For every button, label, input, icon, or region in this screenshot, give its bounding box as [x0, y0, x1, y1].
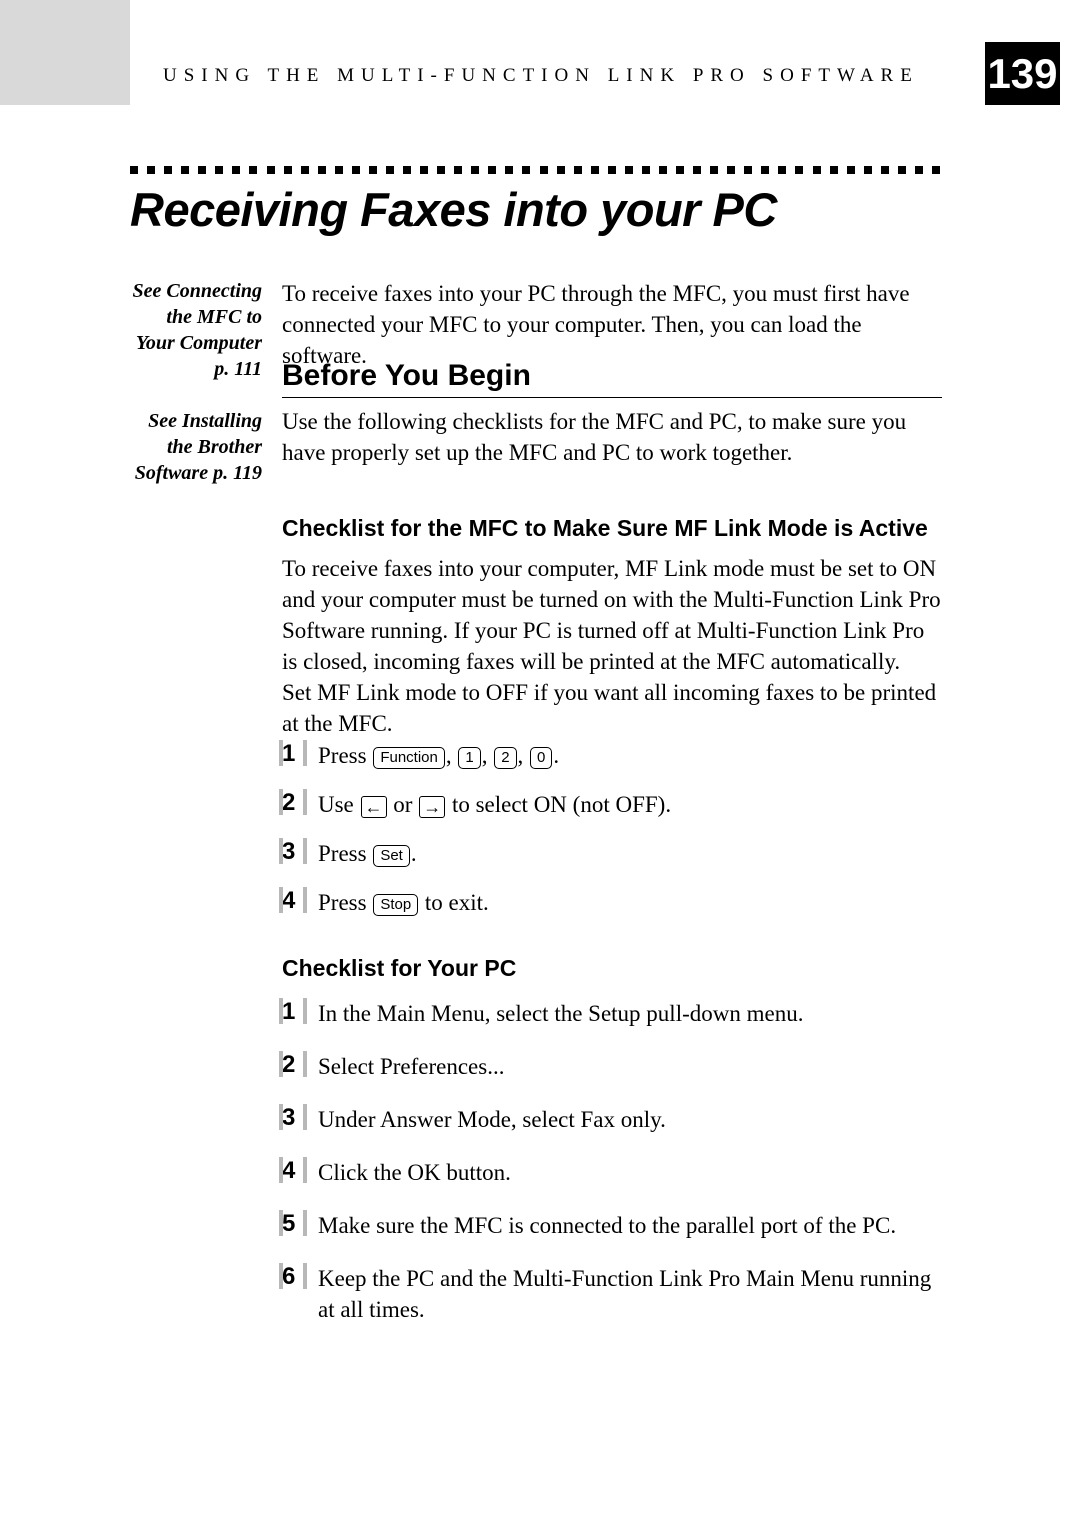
step-text: Press Set.	[318, 838, 417, 869]
pc-step-5: 5 Make sure the MFC is connected to the …	[282, 1210, 942, 1241]
stop-key-icon: Stop	[373, 894, 418, 916]
step-4: 4 Press Stop to exit.	[282, 887, 942, 918]
running-head: USING THE MULTI-FUNCTION LINK PRO SOFTWA…	[163, 65, 919, 87]
before-you-begin-section: Before You Begin Use the following check…	[282, 359, 942, 468]
step-number: 1	[282, 998, 304, 1024]
step-text: Press Stop to exit.	[318, 887, 489, 918]
pc-step-6: 6 Keep the PC and the Multi-Function Lin…	[282, 1263, 942, 1325]
key-0-icon: 0	[530, 747, 552, 769]
header-white-area	[130, 0, 1080, 105]
pc-step-3: 3 Under Answer Mode, select Fax only.	[282, 1104, 942, 1135]
sidebar-reference-1: See Connecting the MFC to Your Computer …	[130, 278, 262, 382]
right-arrow-icon: →	[419, 796, 445, 818]
step-number: 3	[282, 838, 304, 864]
checklist-pc-steps: 1 In the Main Menu, select the Setup pul…	[282, 998, 942, 1347]
step-number: 5	[282, 1210, 304, 1236]
step-number: 2	[282, 1051, 304, 1077]
checklist-mfc-heading: Checklist for the MFC to Make Sure MF Li…	[282, 515, 942, 542]
pc-step-1: 1 In the Main Menu, select the Setup pul…	[282, 998, 942, 1029]
step-number: 4	[282, 887, 304, 913]
page-title: Receiving Faxes into your PC	[130, 182, 777, 237]
key-1-icon: 1	[458, 747, 480, 769]
step-text: Use ← or → to select ON (not OFF).	[318, 789, 671, 820]
step-2: 2 Use ← or → to select ON (not OFF).	[282, 789, 942, 820]
step-number: 6	[282, 1263, 304, 1289]
checklist-mfc-para1: To receive faxes into your computer, MF …	[282, 553, 942, 677]
function-key-icon: Function	[373, 747, 445, 769]
dots-divider	[130, 166, 940, 176]
section-heading: Before You Begin	[282, 359, 942, 393]
step-text: In the Main Menu, select the Setup pull-…	[318, 998, 803, 1029]
step-number: 4	[282, 1157, 304, 1183]
checklist-mfc-steps: 1 Press Function, 1, 2, 0. 2 Use ← or → …	[282, 740, 942, 936]
section-body: Use the following checklists for the MFC…	[282, 406, 942, 468]
step-number: 2	[282, 789, 304, 815]
set-key-icon: Set	[373, 845, 410, 867]
pc-step-4: 4 Click the OK button.	[282, 1157, 942, 1188]
intro-paragraph: To receive faxes into your PC through th…	[282, 278, 942, 371]
step-3: 3 Press Set.	[282, 838, 942, 869]
key-2-icon: 2	[494, 747, 516, 769]
step-1: 1 Press Function, 1, 2, 0.	[282, 740, 942, 771]
step-number: 1	[282, 740, 304, 766]
step-text: Click the OK button.	[318, 1157, 511, 1188]
step-text: Press Function, 1, 2, 0.	[318, 740, 559, 771]
sidebar-reference-2: See Installing the Brother Software p. 1…	[130, 408, 262, 486]
page-number: 139	[985, 42, 1060, 105]
left-arrow-icon: ←	[361, 796, 387, 818]
heading-rule	[282, 397, 942, 398]
checklist-pc-heading: Checklist for Your PC	[282, 955, 942, 982]
step-text: Under Answer Mode, select Fax only.	[318, 1104, 666, 1135]
pc-step-2: 2 Select Preferences...	[282, 1051, 942, 1082]
step-text: Make sure the MFC is connected to the pa…	[318, 1210, 896, 1241]
step-text: Keep the PC and the Multi-Function Link …	[318, 1263, 942, 1325]
step-number: 3	[282, 1104, 304, 1130]
step-text: Select Preferences...	[318, 1051, 504, 1082]
checklist-mfc-para2: Set MF Link mode to OFF if you want all …	[282, 677, 942, 739]
